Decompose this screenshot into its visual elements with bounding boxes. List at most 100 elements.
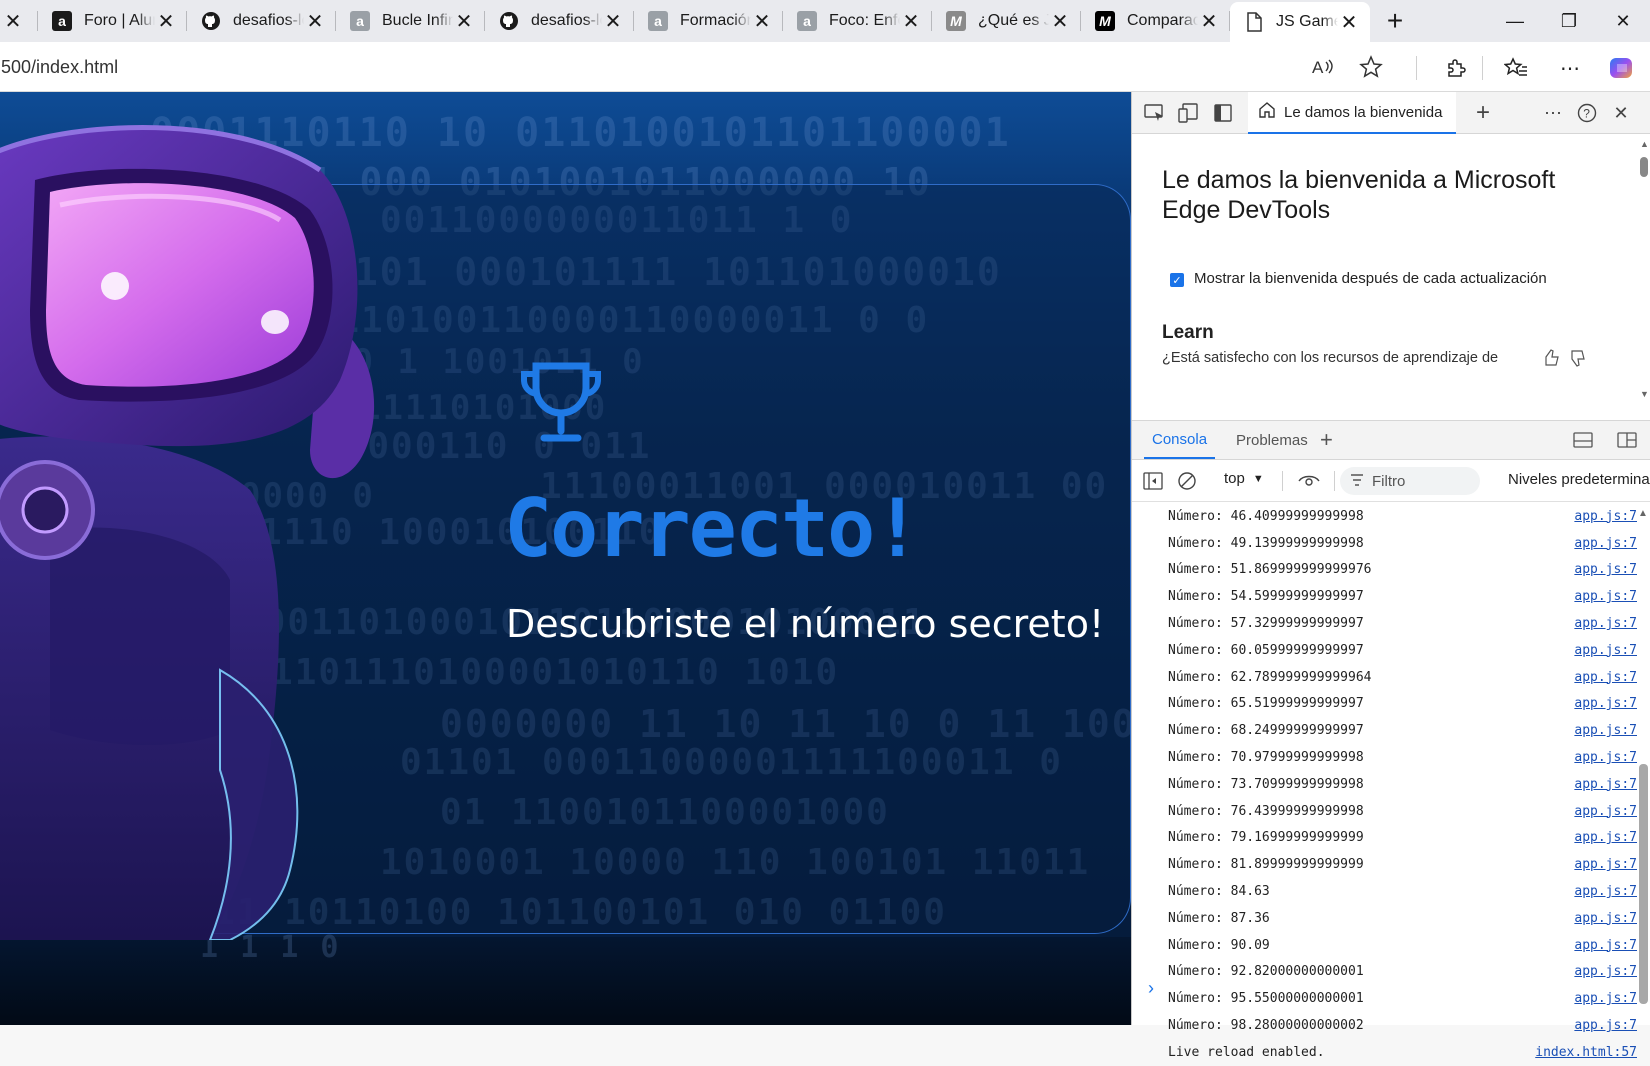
- new-tab-button[interactable]: +: [1370, 0, 1420, 42]
- tab-title: Foco: Enfo: [829, 12, 900, 29]
- console-source-link[interactable]: app.js:7: [1574, 589, 1637, 604]
- clear-console-icon[interactable]: [1174, 468, 1200, 494]
- console-source-link[interactable]: app.js:7: [1574, 777, 1637, 792]
- close-window-icon[interactable]: ✕: [1596, 0, 1650, 42]
- browser-tab[interactable]: a Formación ✕: [634, 0, 783, 42]
- close-devtools-icon[interactable]: ✕: [1608, 100, 1634, 126]
- tab-title: Formación: [680, 12, 751, 29]
- console-source-link[interactable]: app.js:7: [1574, 562, 1637, 577]
- console-scrollbar[interactable]: ▲: [1638, 508, 1648, 1008]
- read-aloud-icon[interactable]: A: [1310, 54, 1336, 80]
- add-panel-icon[interactable]: +: [1320, 421, 1333, 459]
- console-message: Número: 62.789999999999964 app.js:7: [1132, 664, 1637, 691]
- tab-console[interactable]: Consola: [1144, 421, 1216, 459]
- welcome-checkbox[interactable]: ✓: [1170, 273, 1184, 287]
- page-footer-background: [0, 937, 1131, 1025]
- tab-issues[interactable]: Problemas: [1228, 421, 1316, 459]
- tab-title: Comparaci: [1127, 12, 1198, 29]
- minimize-icon[interactable]: —: [1488, 0, 1542, 42]
- welcome-title: Le damos la bienvenida a Microsoft Edge …: [1162, 166, 1556, 224]
- browser-tab[interactable]: JS Game ✕: [1230, 2, 1370, 42]
- console-source-link[interactable]: index.html:57: [1535, 1045, 1637, 1060]
- address-text[interactable]: 500/index.html: [1, 57, 118, 78]
- address-bar[interactable]: 500/index.html: [0, 47, 1418, 87]
- browser-tab[interactable]: a Foco: Enfo ✕: [783, 0, 932, 42]
- sidebar-toggle-icon[interactable]: [1140, 468, 1166, 494]
- dock-side-icon[interactable]: [1210, 100, 1236, 126]
- console-source-link[interactable]: app.js:7: [1574, 804, 1637, 819]
- console-prompt-icon[interactable]: ›: [1148, 978, 1154, 999]
- learn-heading: Learn: [1162, 322, 1214, 343]
- alura-icon: a: [350, 11, 370, 31]
- browser-tab[interactable]: a Foro | Alura✕: [38, 0, 187, 42]
- devtools-panel-tabs: Consola Problemas +: [1132, 420, 1650, 460]
- close-tab-icon[interactable]: ✕: [2, 9, 24, 34]
- browser-tab[interactable]: ✕: [0, 0, 38, 42]
- inspect-element-icon[interactable]: [1142, 100, 1168, 126]
- trophy-icon: [521, 362, 601, 442]
- tab-welcome[interactable]: Le damos la bienvenida: [1248, 92, 1456, 134]
- console-filter-bar: top ▼ Filtro Niveles predetermina: [1132, 460, 1650, 502]
- console-source-link[interactable]: app.js:7: [1574, 884, 1637, 899]
- console-source-link[interactable]: app.js:7: [1574, 857, 1637, 872]
- console-source-link[interactable]: app.js:7: [1574, 616, 1637, 631]
- browser-tab[interactable]: desafios-lo ✕: [485, 0, 634, 42]
- console-message-text: Número: 79.16999999999999: [1168, 830, 1364, 846]
- close-tab-icon[interactable]: ✕: [751, 9, 773, 34]
- console-message-text: Número: 62.789999999999964: [1168, 669, 1372, 685]
- console-source-link[interactable]: app.js:7: [1574, 938, 1637, 953]
- copilot-icon[interactable]: [1608, 54, 1636, 82]
- browser-tab[interactable]: M Comparaci ✕: [1081, 0, 1230, 42]
- feedback-thumbs-icon[interactable]: [1542, 347, 1590, 367]
- close-tab-icon[interactable]: ✕: [602, 9, 624, 34]
- console-source-link[interactable]: app.js:7: [1574, 991, 1637, 1006]
- device-emulation-icon[interactable]: [1176, 100, 1202, 126]
- console-source-link[interactable]: app.js:7: [1574, 670, 1637, 685]
- help-icon[interactable]: ?: [1574, 100, 1600, 126]
- close-tab-icon[interactable]: ✕: [304, 9, 326, 34]
- console-filter-input[interactable]: Filtro: [1340, 467, 1480, 495]
- console-source-link[interactable]: app.js:7: [1574, 723, 1637, 738]
- drawer-toggle-icon[interactable]: [1616, 421, 1638, 459]
- console-message-text: Número: 68.24999999999997: [1168, 723, 1364, 739]
- close-tab-icon[interactable]: ✕: [1338, 10, 1360, 35]
- console-message-text: Número: 54.59999999999997: [1168, 589, 1364, 605]
- close-tab-icon[interactable]: ✕: [155, 9, 177, 34]
- more-tools-icon[interactable]: ⋯: [1540, 100, 1566, 126]
- browser-tab[interactable]: a Bucle Infini ✕: [336, 0, 485, 42]
- browser-tab[interactable]: M ¿Qué es Ja✕: [932, 0, 1081, 42]
- favorites-icon[interactable]: [1502, 54, 1530, 82]
- console-source-link[interactable]: app.js:7: [1574, 696, 1637, 711]
- console-message-text: Número: 73.70999999999998: [1168, 776, 1364, 792]
- console-source-link[interactable]: app.js:7: [1574, 643, 1637, 658]
- add-tab-icon[interactable]: +: [1470, 99, 1496, 126]
- console-source-link[interactable]: app.js:7: [1574, 830, 1637, 845]
- close-tab-icon[interactable]: ✕: [1049, 9, 1071, 34]
- favorite-star-icon[interactable]: [1358, 54, 1384, 80]
- welcome-scrollbar[interactable]: ▲ ▼: [1639, 139, 1649, 419]
- console-message: Número: 76.43999999999998 app.js:7: [1132, 798, 1637, 825]
- close-tab-icon[interactable]: ✕: [900, 9, 922, 34]
- extensions-icon[interactable]: [1442, 54, 1470, 82]
- log-levels-dropdown[interactable]: Niveles predetermina: [1508, 471, 1650, 488]
- console-source-link[interactable]: app.js:7: [1574, 536, 1637, 551]
- live-expression-eye-icon[interactable]: [1296, 468, 1322, 494]
- console-source-link[interactable]: app.js:7: [1574, 750, 1637, 765]
- chevron-down-icon: ▼: [1252, 472, 1264, 485]
- close-tab-icon[interactable]: ✕: [1198, 9, 1220, 34]
- console-message: Número: 98.28000000000002 app.js:7: [1132, 1012, 1637, 1039]
- restore-icon[interactable]: ❐: [1542, 0, 1596, 42]
- browser-tab[interactable]: desafios-lo ✕: [187, 0, 336, 42]
- dock-console-icon[interactable]: [1572, 421, 1594, 459]
- tab-title: JS Game: [1276, 13, 1338, 30]
- console-source-link[interactable]: app.js:7: [1574, 1018, 1637, 1033]
- context-selector[interactable]: top ▼: [1224, 470, 1264, 487]
- console-message-text: Número: 49.13999999999998: [1168, 535, 1364, 551]
- console-source-link[interactable]: app.js:7: [1574, 509, 1637, 524]
- close-tab-icon[interactable]: ✕: [453, 9, 475, 34]
- more-options-icon[interactable]: ⋯: [1556, 54, 1584, 82]
- console-source-link[interactable]: app.js:7: [1574, 964, 1637, 979]
- console-source-link[interactable]: app.js:7: [1574, 911, 1637, 926]
- console-message: Número: 90.09 app.js:7: [1132, 932, 1637, 959]
- console-message-text: Número: 65.51999999999997: [1168, 696, 1364, 712]
